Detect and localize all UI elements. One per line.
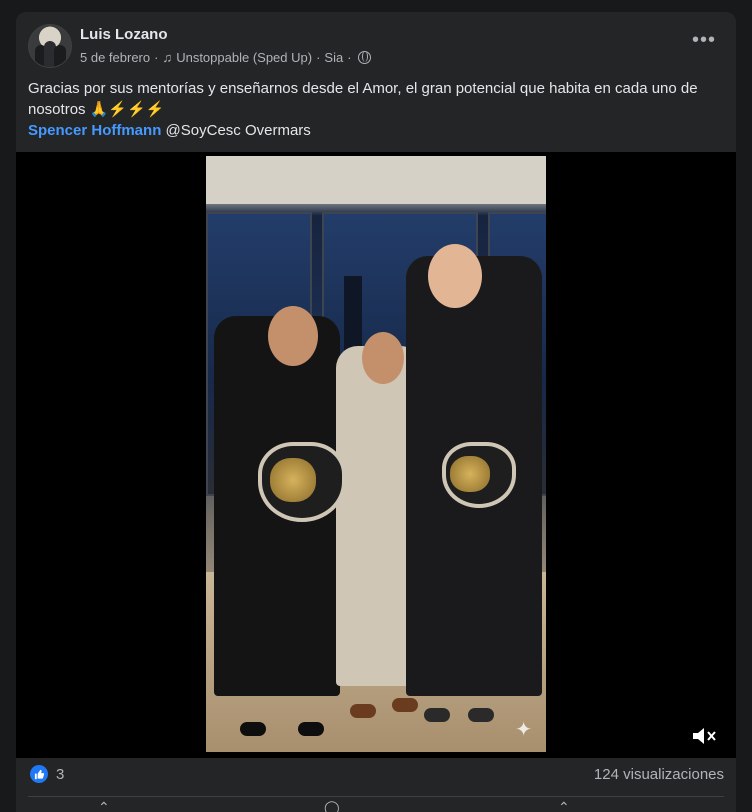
meta-separator: · <box>316 50 321 65</box>
like-count[interactable]: 3 <box>56 766 64 783</box>
video-frame: ✦ <box>206 156 546 752</box>
like-button-icon[interactable]: ⌃ <box>98 800 114 812</box>
post-card: Luis Lozano 5 de febrero · ♫ Unstoppable… <box>16 12 736 812</box>
share-button-icon[interactable]: ⌃ <box>558 800 574 812</box>
meta-separator: · <box>347 50 352 65</box>
sparkle-icon: ✦ <box>515 719 532 741</box>
post-text: Gracias por sus mentorías y enseñarnos d… <box>28 78 706 141</box>
meta-separator: · <box>154 50 159 65</box>
speaker-muted-icon <box>693 728 716 744</box>
more-options-icon[interactable]: ••• <box>692 30 716 50</box>
music-title[interactable]: Unstoppable (Sped Up) <box>176 50 312 65</box>
post-footer: 3 124 visualizaciones ⌃ ◯ ⌃ <box>16 758 736 812</box>
person-head <box>428 244 482 308</box>
post-meta: 5 de febrero · ♫ Unstoppable (Sped Up) ·… <box>80 50 371 65</box>
view-count: 124 visualizaciones <box>593 766 724 783</box>
mute-icon[interactable] <box>690 724 720 748</box>
golden-mask <box>270 458 316 502</box>
person-head <box>268 306 318 366</box>
globe-icon <box>357 51 371 64</box>
shoe <box>240 722 266 736</box>
shoe <box>392 698 418 712</box>
post-emojis: 🙏⚡⚡⚡ <box>89 101 165 118</box>
person-head <box>362 332 404 384</box>
avatar-figure <box>54 45 66 67</box>
golden-mask <box>450 456 490 492</box>
comment-button-icon[interactable]: ◯ <box>324 800 340 812</box>
shoe <box>298 722 324 736</box>
post-date[interactable]: 5 de febrero <box>80 50 150 65</box>
mention-link[interactable]: Spencer Hoffmann <box>28 122 161 139</box>
author-avatar[interactable] <box>28 24 72 68</box>
ceiling <box>206 156 546 204</box>
like-reaction-icon[interactable] <box>30 765 48 783</box>
post-header: Luis Lozano 5 de febrero · ♫ Unstoppable… <box>28 24 724 74</box>
shoe <box>350 704 376 718</box>
shoe <box>468 708 494 722</box>
thumbs-up-icon <box>34 769 44 779</box>
music-note-icon: ♫ <box>162 50 173 65</box>
divider <box>28 796 724 797</box>
author-name[interactable]: Luis Lozano <box>80 26 168 43</box>
tag-link[interactable]: @SoyCesc Overmars <box>166 122 311 139</box>
video-player[interactable]: ✦ <box>16 152 736 758</box>
shoe <box>424 708 450 722</box>
music-artist[interactable]: Sia <box>324 50 343 65</box>
